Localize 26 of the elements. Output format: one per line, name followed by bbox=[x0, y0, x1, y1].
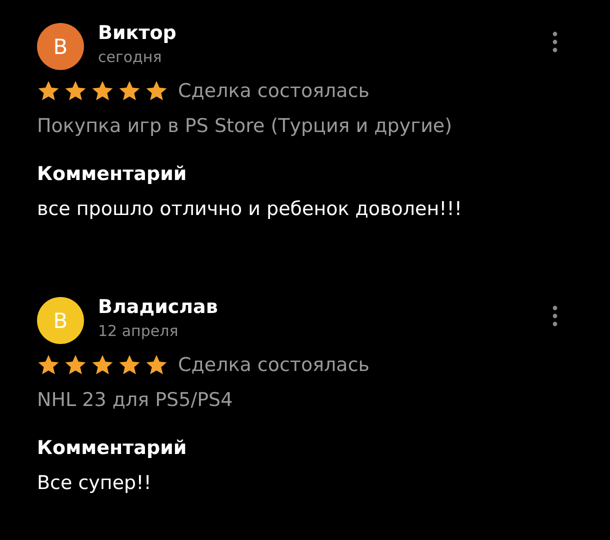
star-icon bbox=[64, 354, 87, 376]
star-icon bbox=[91, 80, 114, 102]
star-icon bbox=[145, 354, 168, 376]
star-icon bbox=[37, 80, 60, 102]
review-date: 12 апреля bbox=[98, 321, 180, 342]
product-title: Покупка игр в PS Store (Турция и другие) bbox=[37, 114, 454, 139]
comment-text: Все супер!! bbox=[37, 471, 152, 496]
star-icon bbox=[145, 80, 168, 102]
avatar: В bbox=[37, 297, 84, 344]
reviewer-name: Владислав bbox=[98, 295, 219, 320]
star-icon bbox=[91, 354, 114, 376]
deal-status: Сделка состоялась bbox=[178, 80, 370, 102]
product-title: NHL 23 для PS5/PS4 bbox=[37, 388, 234, 413]
more-options-icon[interactable] bbox=[552, 31, 558, 53]
deal-status: Сделка состоялась bbox=[178, 354, 370, 376]
star-icon bbox=[64, 80, 87, 102]
avatar: В bbox=[37, 23, 84, 70]
comment-heading: Комментарий bbox=[37, 162, 188, 187]
star-icon bbox=[118, 80, 141, 102]
reviewer-name: Виктор bbox=[98, 21, 178, 46]
comment-heading: Комментарий bbox=[37, 436, 188, 461]
star-icon bbox=[118, 354, 141, 376]
star-icon bbox=[37, 354, 60, 376]
review-date: сегодня bbox=[98, 47, 163, 68]
more-options-icon[interactable] bbox=[552, 305, 558, 327]
comment-text: все прошло отлично и ребенок доволен!!! bbox=[37, 197, 463, 222]
